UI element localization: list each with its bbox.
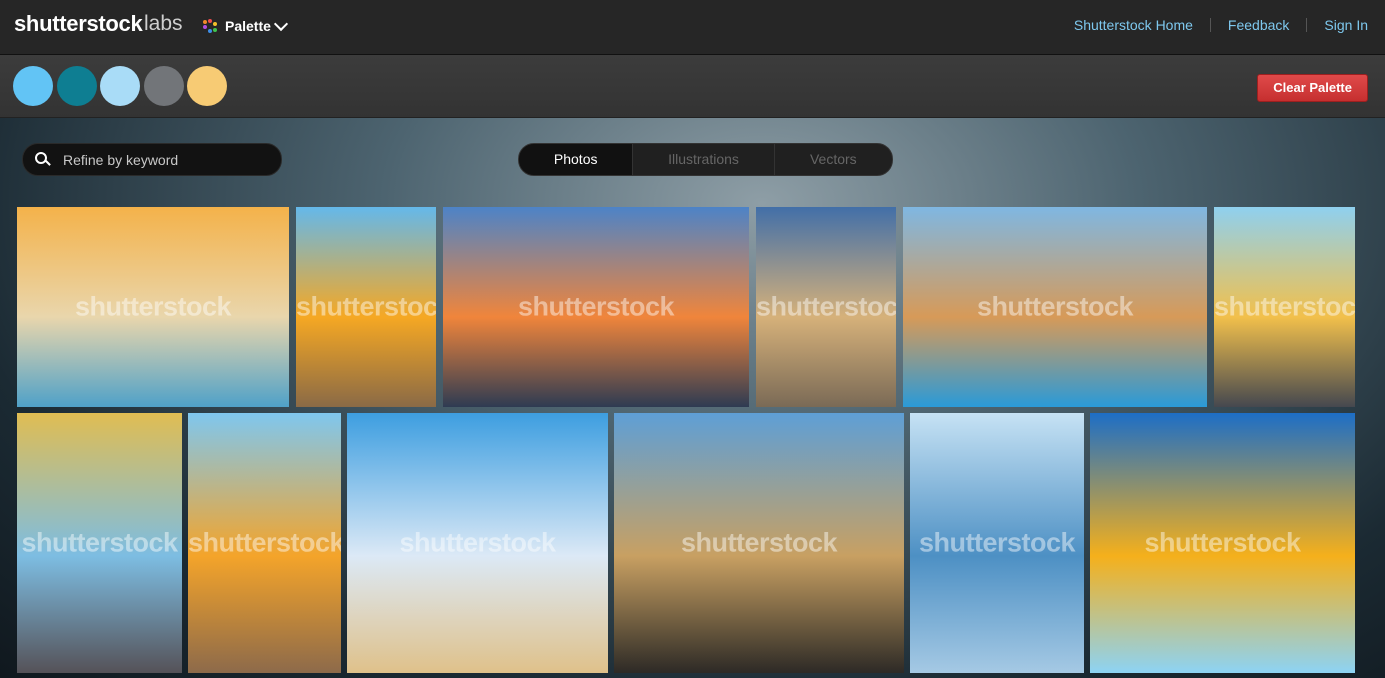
palette-dots-icon <box>203 19 217 33</box>
watermark: shutterstock <box>21 527 178 558</box>
image-tile[interactable]: shutterstock <box>614 413 904 673</box>
palette-swatch[interactable] <box>187 66 227 106</box>
labs-label: labs <box>144 12 183 35</box>
watermark: shutterstock <box>296 291 436 322</box>
search-input[interactable] <box>61 150 265 169</box>
watermark: shutterstock <box>918 527 1076 558</box>
image-tile[interactable]: shutterstock <box>17 413 182 673</box>
palette-swatch[interactable] <box>100 66 140 106</box>
image-tile[interactable]: shutterstock <box>903 207 1207 407</box>
image-tile[interactable]: shutterstock <box>188 413 341 673</box>
watermark: shutterstock <box>399 527 556 558</box>
keyword-search <box>22 143 282 176</box>
image-tile[interactable]: shutterstock <box>347 413 608 673</box>
image-tile[interactable]: shutterstock <box>17 207 289 407</box>
clear-palette-button[interactable]: Clear Palette <box>1257 74 1368 102</box>
chevron-down-icon <box>273 16 288 31</box>
nav-divider <box>1209 18 1211 32</box>
image-tile[interactable]: shutterstock <box>296 207 436 407</box>
shutterstock-home-link[interactable]: Shutterstock Home <box>1074 17 1193 33</box>
feedback-link[interactable]: Feedback <box>1228 17 1289 33</box>
image-tile[interactable]: shutterstock <box>443 207 749 407</box>
search-icon[interactable] <box>35 151 51 168</box>
tab-illustrations[interactable]: Illustrations <box>633 144 775 175</box>
sign-in-link[interactable]: Sign In <box>1324 17 1368 33</box>
tab-photos[interactable]: Photos <box>519 144 634 175</box>
top-nav-bar: shutterstock labs Palette Shutterstock H… <box>0 0 1385 55</box>
palette-swatch[interactable] <box>13 66 53 106</box>
shutterstock-logo[interactable]: shutterstock <box>14 11 143 37</box>
palette-bar: Clear Palette <box>0 55 1385 118</box>
watermark: shutterstock <box>74 291 232 322</box>
nav-links: Shutterstock Home Feedback Sign In <box>1074 17 1368 33</box>
watermark: shutterstock <box>680 527 838 558</box>
palette-dropdown[interactable]: Palette <box>203 16 288 36</box>
nav-divider <box>1306 18 1308 32</box>
image-tile[interactable]: shutterstock <box>1090 413 1355 673</box>
watermark: shutterstock <box>1214 291 1355 322</box>
tab-vectors[interactable]: Vectors <box>775 144 892 175</box>
palette-swatch[interactable] <box>144 66 184 106</box>
watermark: shutterstock <box>188 527 341 558</box>
media-type-tabs: Photos Illustrations Vectors <box>518 143 893 176</box>
watermark: shutterstock <box>517 291 675 322</box>
palette-label: Palette <box>225 18 271 34</box>
image-tile[interactable]: shutterstock <box>910 413 1084 673</box>
watermark: shutterstock <box>756 291 896 322</box>
watermark: shutterstock <box>976 291 1134 322</box>
palette-swatch[interactable] <box>57 66 97 106</box>
watermark: shutterstock <box>1144 527 1301 558</box>
image-tile[interactable]: shutterstock <box>756 207 896 407</box>
image-tile[interactable]: shutterstock <box>1214 207 1355 407</box>
